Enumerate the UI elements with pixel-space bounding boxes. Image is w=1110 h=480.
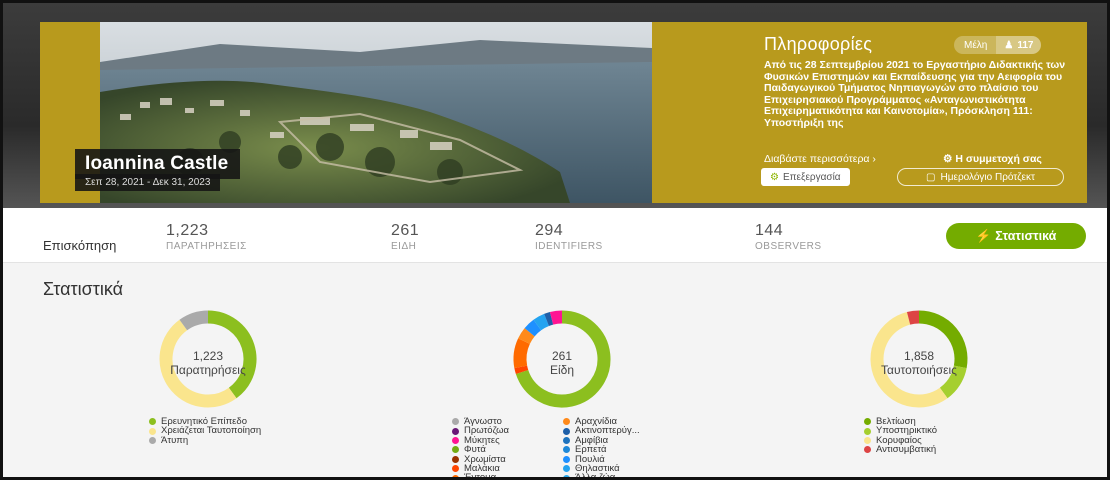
project-stats-bar: Επισκόπηση 1,223 ΠΑΡΑΤΗΡΗΣΕΙΣ 261 ΕΙΔΗ 2… — [3, 208, 1107, 263]
project-title: Ioannina Castle — [85, 153, 229, 174]
stat-identifiers-label: IDENTIFIERS — [535, 241, 603, 252]
info-panel: Πληροφορίες Μέλη ♟ 117 Από τις 28 Σεπτεμ… — [652, 22, 1087, 203]
info-title: Πληροφορίες — [764, 34, 873, 54]
species-legend-swatch — [452, 455, 459, 463]
stat-species-value: 261 — [391, 222, 420, 239]
species-legend-swatch — [563, 446, 570, 454]
edit-button-label: Επεξεργασία — [782, 171, 841, 183]
species-legend-label: Έντομα — [464, 472, 497, 480]
edit-button[interactable]: ⚙ Επεξεργασία — [761, 168, 850, 186]
stat-identifiers-value: 294 — [535, 222, 564, 239]
observations-center-label: Παρατηρήσεις — [170, 363, 246, 377]
observations-legend-swatch — [149, 437, 156, 445]
info-description: Από τις 28 Σεπτεμβρίου 2021 το Εργαστήρι… — [764, 60, 1066, 129]
members-count-box: ♟ 117 — [996, 36, 1042, 54]
stat-identifiers[interactable]: 294 IDENTIFIERS — [535, 222, 603, 252]
species-total: 261 — [551, 349, 573, 363]
stat-observations[interactable]: 1,223 ΠΑΡΑΤΗΡΗΣΕΙΣ — [166, 222, 247, 252]
identifications-legend-swatch — [864, 418, 871, 426]
species-legend-swatch — [563, 418, 570, 426]
species-legend-swatch — [452, 465, 459, 473]
observations-total: 1,223 — [192, 349, 224, 363]
statistics-button[interactable]: ⚡ Στατιστικά — [946, 223, 1086, 249]
participation-label: Η συμμετοχή σας — [955, 153, 1042, 165]
species-legend-swatch — [452, 437, 459, 445]
species-legend-swatch — [563, 427, 570, 435]
observations-legend-label: Άτυπη — [161, 434, 189, 446]
tab-overview[interactable]: Επισκόπηση — [43, 238, 116, 253]
participation-link[interactable]: ⚙ Η συμμετοχή σας — [943, 153, 1042, 165]
page-frame: Ioannina Castle Σεπ 28, 2021 - Δεκ 31, 2… — [0, 0, 1110, 480]
observations-donut-chart: 1,223 Παρατηρήσεις — [123, 309, 293, 409]
read-more-link[interactable]: Διαβάστε περισσότερα › — [764, 153, 876, 165]
species-legend-col2: Αραχνίδια Ακτινοπτερύγ... Αμφίβια Ερπετά Που… — [563, 417, 640, 480]
species-legend-swatch — [563, 437, 570, 445]
stat-observers-label: OBSERVERS — [755, 241, 822, 252]
observations-donut-slice — [179, 310, 209, 331]
species-donut-slice — [518, 328, 535, 345]
species-legend-item: Έντομα — [452, 472, 509, 480]
observations-legend: Ερευνητικό Επίπεδο Χρειάζεται Ταυτοποίηση… — [149, 417, 261, 445]
project-hero: Ioannina Castle Σεπ 28, 2021 - Δεκ 31, 2… — [3, 3, 1107, 208]
calendar-button-label: Ημερολόγιο Πρότζεκτ — [940, 171, 1035, 183]
species-legend-label: Άλλα ζώα — [575, 472, 616, 480]
stat-observers[interactable]: 144 OBSERVERS — [755, 222, 822, 252]
species-legend-swatch — [452, 427, 459, 435]
identifications-total: 1,858 — [903, 349, 935, 363]
members-label: Μέλη — [964, 39, 988, 51]
user-icon: ♟ — [1004, 39, 1014, 51]
identifications-legend-swatch — [864, 446, 871, 454]
members-badge[interactable]: Μέλη ♟ 117 — [954, 36, 1042, 54]
lightning-icon: ⚡ — [975, 228, 992, 243]
stat-observations-value: 1,223 — [166, 222, 209, 239]
species-donut-slice — [544, 312, 554, 327]
statistics-button-label: Στατιστικά — [995, 229, 1057, 243]
species-legend-swatch — [452, 474, 459, 477]
species-legend-swatch — [563, 465, 570, 473]
stat-observations-label: ΠΑΡΑΤΗΡΗΣΕΙΣ — [166, 241, 247, 252]
observations-legend-item: Άτυπη — [149, 434, 261, 446]
observations-legend-swatch — [149, 427, 156, 435]
identifications-legend-label: Αντισυμβατική — [876, 444, 937, 456]
species-legend-swatch — [452, 446, 459, 454]
gear-icon: ⚙ — [943, 153, 953, 165]
project-dates: Σεπ 28, 2021 - Δεκ 31, 2023 — [75, 174, 221, 191]
identifications-legend: Βελτίωση Υποστηρικτικό Κορυφαίος Αντισυμβατ… — [864, 417, 937, 455]
identifications-center-label: Ταυτοποιήσεις — [881, 363, 957, 377]
project-calendar-button[interactable]: ▢ Ημερολόγιο Πρότζεκτ — [897, 168, 1064, 186]
species-legend-swatch — [452, 418, 459, 426]
species-legend-item: Άλλα ζώα — [563, 472, 640, 480]
identifications-donut-slice — [906, 310, 920, 325]
species-donut-slice — [533, 313, 550, 331]
species-center-label: Είδη — [549, 363, 575, 377]
species-legend-col1: Άγνωστο Πρωτόζωα Μύκητες Φυτά Χρωμίστα Μαλάκι… — [452, 417, 509, 480]
species-donut-chart: 261 Είδη — [477, 309, 647, 409]
calendar-icon: ▢ — [926, 171, 936, 183]
species-donut-slice — [549, 310, 563, 325]
identifications-legend-swatch — [864, 427, 871, 435]
identifications-legend-swatch — [864, 437, 871, 445]
stat-observers-value: 144 — [755, 222, 784, 239]
section-title: Στατιστικά — [43, 279, 124, 299]
species-legend-swatch — [563, 455, 570, 463]
species-donut-slice — [524, 319, 542, 337]
identifications-legend-item: Αντισυμβατική — [864, 444, 937, 456]
stat-species-label: ΕΙΔΗ — [391, 241, 417, 252]
gear-icon: ⚙ — [770, 171, 779, 183]
identifications-donut-chart: 1,858 Ταυτοποιήσεις — [834, 309, 1004, 409]
observations-legend-swatch — [149, 418, 156, 426]
members-count: 117 — [1017, 39, 1034, 51]
stat-species[interactable]: 261 ΕΙΔΗ — [391, 222, 419, 252]
species-legend-swatch — [563, 474, 570, 477]
